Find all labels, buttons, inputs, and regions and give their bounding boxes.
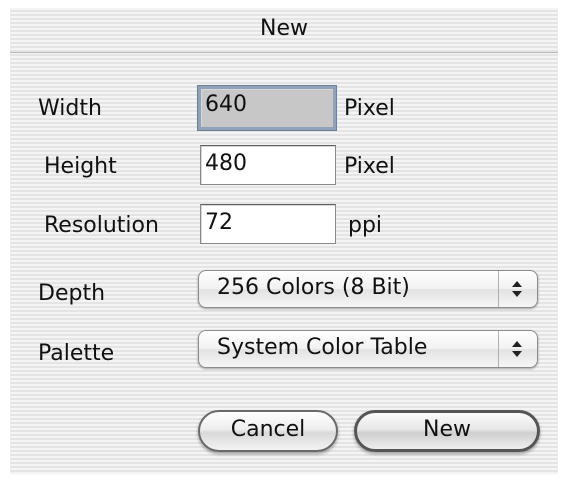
new-button[interactable]: New	[354, 410, 540, 452]
width-input[interactable]: 640	[197, 85, 337, 131]
height-unit-label: Pixel	[344, 154, 395, 179]
new-document-dialog: New Width 640 Pixel Height 480 Pixel Res…	[10, 8, 558, 474]
width-label: Width	[38, 96, 102, 121]
palette-label: Palette	[38, 341, 115, 366]
title-bar[interactable]: New	[10, 8, 558, 53]
depth-selected-value: 256 Colors (8 Bit)	[217, 275, 410, 300]
resolution-input[interactable]: 72	[200, 204, 336, 244]
up-down-arrows-icon	[498, 331, 537, 367]
palette-popup[interactable]: System Color Table	[198, 330, 538, 368]
resolution-unit-label: ppi	[348, 213, 383, 238]
cancel-button[interactable]: Cancel	[198, 410, 338, 452]
palette-selected-value: System Color Table	[217, 335, 428, 360]
width-unit-label: Pixel	[344, 96, 395, 121]
depth-label: Depth	[38, 281, 106, 306]
depth-popup[interactable]: 256 Colors (8 Bit)	[198, 270, 538, 308]
window-title: New	[260, 16, 308, 41]
resolution-label: Resolution	[44, 213, 159, 238]
height-input[interactable]: 480	[200, 145, 336, 185]
up-down-arrows-icon	[498, 271, 537, 307]
height-label: Height	[44, 154, 117, 179]
